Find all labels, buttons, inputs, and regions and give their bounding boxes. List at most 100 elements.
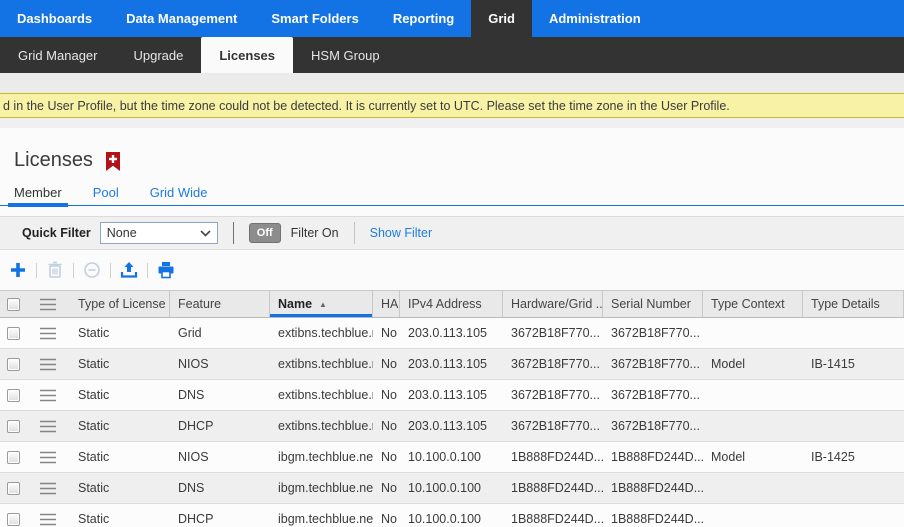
cell-ha: No <box>373 357 400 371</box>
cell-ha: No <box>373 326 400 340</box>
nav-item-data-management[interactable]: Data Management <box>109 0 254 37</box>
cell-serial-number: 3672B18F770... <box>603 388 703 402</box>
cell-hardware-grid: 1B888FD244D... <box>503 481 603 495</box>
subnav-item-grid-manager[interactable]: Grid Manager <box>0 37 115 73</box>
primary-nav: DashboardsData ManagementSmart FoldersRe… <box>0 0 904 37</box>
filter-toggle-button[interactable]: Off <box>249 223 281 243</box>
cell-serial-number: 3672B18F770... <box>603 419 703 433</box>
delete-icon <box>44 259 66 281</box>
cell-serial-number: 1B888FD244D... <box>603 512 703 526</box>
column-header-type-of-license[interactable]: Type of License <box>70 291 170 317</box>
column-header-hardware-grid[interactable]: Hardware/Grid ... <box>503 291 603 317</box>
page-header: Licenses <box>0 128 904 172</box>
cell-hardware-grid: 3672B18F770... <box>503 357 603 371</box>
quick-filter-select[interactable]: None <box>100 222 218 244</box>
cell-ha: No <box>373 419 400 433</box>
table-row[interactable]: StaticDHCPextibns.techblue.netNo203.0.11… <box>0 411 904 442</box>
cell-hardware-grid: 3672B18F770... <box>503 419 603 433</box>
column-header-ipv4-address[interactable]: IPv4 Address <box>400 291 503 317</box>
column-label: Serial Number <box>611 297 691 311</box>
row-menu-icon-cell <box>30 327 70 340</box>
quick-filter-bar: Quick Filter None Off Filter On Show Fil… <box>0 216 904 250</box>
cell-feature: DNS <box>170 481 270 495</box>
upload-icon[interactable] <box>118 259 140 281</box>
column-label: IPv4 Address <box>408 297 482 311</box>
column-label: Type Context <box>711 297 785 311</box>
cell-name: ibgm.techblue.net <box>270 450 373 464</box>
row-checkbox-cell <box>0 482 30 495</box>
row-menu-icon-cell <box>30 420 70 433</box>
cell-hardware-grid: 1B888FD244D... <box>503 450 603 464</box>
row-menu-icon-cell <box>30 513 70 526</box>
bookmark-add-icon[interactable] <box>106 152 120 171</box>
row-checkbox[interactable] <box>7 482 20 495</box>
row-checkbox[interactable] <box>7 420 20 433</box>
row-menu-icon[interactable] <box>39 389 57 402</box>
column-header-feature[interactable]: Feature <box>170 291 270 317</box>
table-body: StaticGridextibns.techblue.netNo203.0.11… <box>0 318 904 527</box>
show-filter-link[interactable]: Show Filter <box>370 226 433 240</box>
tab-pool[interactable]: Pool <box>93 182 119 205</box>
cell-ipv4-address: 203.0.113.105 <box>400 419 503 433</box>
nav-item-smart-folders[interactable]: Smart Folders <box>254 0 375 37</box>
cell-type-of-license: Static <box>70 512 170 526</box>
table-row[interactable]: StaticDNSextibns.techblue.netNo203.0.113… <box>0 380 904 411</box>
cell-type-context: Model <box>703 450 803 464</box>
column-header-ha[interactable]: HA <box>373 291 400 317</box>
column-menu-icon[interactable] <box>39 298 57 311</box>
table-toolbar <box>0 250 904 290</box>
select-all-checkbox[interactable] <box>7 298 20 311</box>
row-menu-icon[interactable] <box>39 358 57 371</box>
row-menu-icon[interactable] <box>39 327 57 340</box>
table-row[interactable]: StaticNIOSibgm.techblue.netNo10.100.0.10… <box>0 442 904 473</box>
cell-feature: DHCP <box>170 419 270 433</box>
nav-item-dashboards[interactable]: Dashboards <box>0 0 109 37</box>
cell-type-of-license: Static <box>70 481 170 495</box>
cell-name: extibns.techblue.net <box>270 357 373 371</box>
row-checkbox[interactable] <box>7 451 20 464</box>
table-row[interactable]: StaticDHCPibgm.techblue.netNo10.100.0.10… <box>0 504 904 527</box>
column-header-type-details[interactable]: Type Details <box>803 291 904 317</box>
row-checkbox[interactable] <box>7 389 20 402</box>
column-header-serial-number[interactable]: Serial Number <box>603 291 703 317</box>
cell-ha: No <box>373 450 400 464</box>
tab-member[interactable]: Member <box>14 182 62 205</box>
column-header-type-context[interactable]: Type Context <box>703 291 803 317</box>
add-icon[interactable] <box>7 259 29 281</box>
banner-spacer <box>0 118 904 128</box>
cell-type-details: IB-1415 <box>803 357 904 371</box>
chevron-down-icon <box>200 230 211 237</box>
table-row[interactable]: StaticDNSibgm.techblue.netNo10.100.0.100… <box>0 473 904 504</box>
column-header-name[interactable]: Name▲ <box>270 291 373 317</box>
nav-item-administration[interactable]: Administration <box>532 0 658 37</box>
quick-filter-label: Quick Filter <box>22 226 91 240</box>
row-menu-icon-cell <box>30 482 70 495</box>
cell-name: extibns.techblue.net <box>270 326 373 340</box>
row-menu-icon[interactable] <box>39 513 57 526</box>
row-checkbox-cell <box>0 451 30 464</box>
row-menu-icon[interactable] <box>39 482 57 495</box>
row-checkbox[interactable] <box>7 358 20 371</box>
row-menu-icon[interactable] <box>39 420 57 433</box>
row-checkbox[interactable] <box>7 327 20 340</box>
row-checkbox[interactable] <box>7 513 20 526</box>
table-row[interactable]: StaticGridextibns.techblue.netNo203.0.11… <box>0 318 904 349</box>
tab-grid-wide[interactable]: Grid Wide <box>150 182 208 205</box>
row-menu-icon-cell <box>30 451 70 464</box>
print-icon[interactable] <box>155 259 177 281</box>
row-checkbox-cell <box>0 358 30 371</box>
nav-item-grid[interactable]: Grid <box>471 0 532 37</box>
cell-hardware-grid: 1B888FD244D... <box>503 512 603 526</box>
row-menu-icon[interactable] <box>39 451 57 464</box>
subnav-item-hsm-group[interactable]: HSM Group <box>293 37 398 73</box>
table-row[interactable]: StaticNIOSextibns.techblue.netNo203.0.11… <box>0 349 904 380</box>
cell-type-of-license: Static <box>70 419 170 433</box>
subnav-item-upgrade[interactable]: Upgrade <box>115 37 201 73</box>
cell-feature: NIOS <box>170 357 270 371</box>
cell-type-context: Model <box>703 357 803 371</box>
timezone-warning-banner: d in the User Profile, but the time zone… <box>0 93 904 118</box>
nav-item-reporting[interactable]: Reporting <box>376 0 471 37</box>
subnav-item-licenses[interactable]: Licenses <box>201 37 293 73</box>
row-checkbox-cell <box>0 327 30 340</box>
cell-name: ibgm.techblue.net <box>270 481 373 495</box>
